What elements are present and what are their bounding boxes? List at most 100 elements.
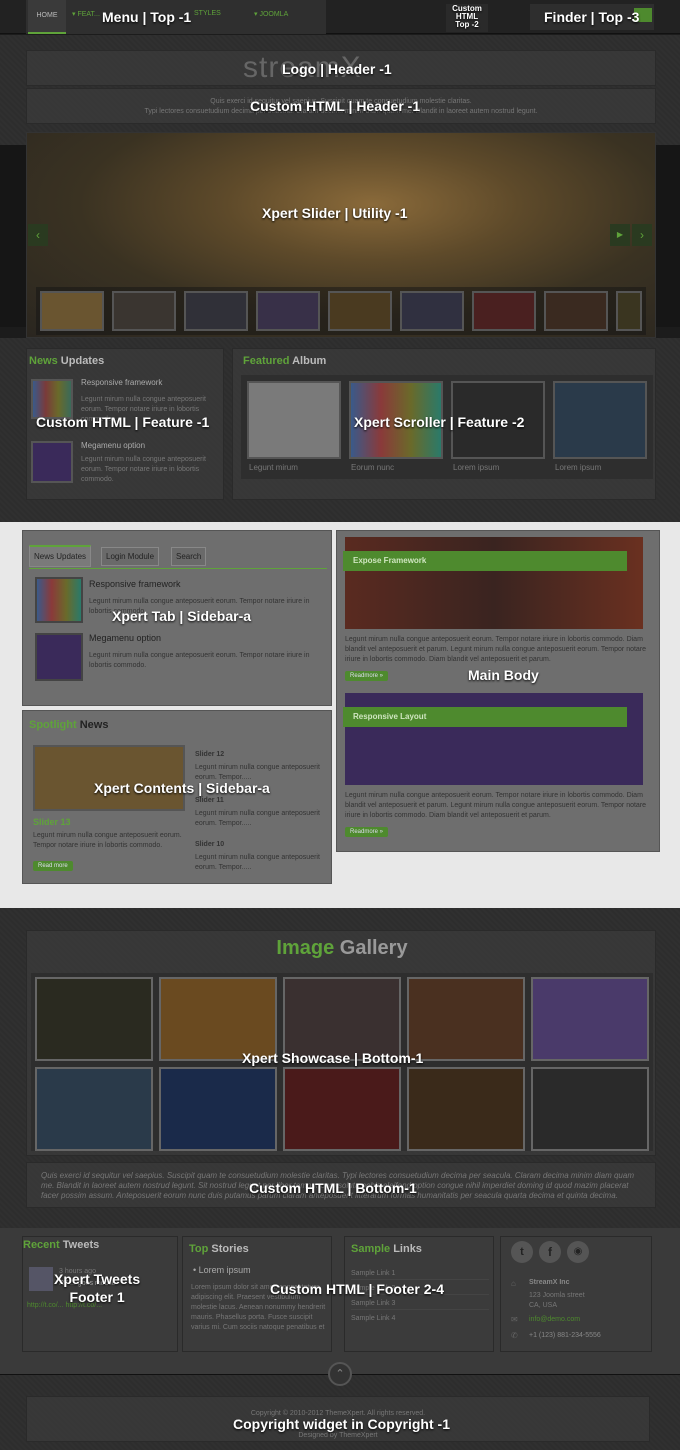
slider-thumb[interactable] [256, 291, 320, 331]
album-caption: Lorem ipsum [555, 463, 602, 472]
news-thumb [31, 441, 73, 483]
spotlight-main-title[interactable]: Slider 13 [33, 817, 71, 827]
slider-thumb[interactable] [472, 291, 536, 331]
album-item[interactable] [247, 381, 341, 459]
sample-link-4[interactable]: Sample Link 4 [351, 1314, 489, 1324]
slider-play-button[interactable]: ▶ [610, 224, 630, 246]
album-item[interactable] [553, 381, 647, 459]
gallery-image[interactable] [159, 977, 277, 1061]
article-readmore-button[interactable]: Readmore » [345, 671, 389, 681]
menu-item-home[interactable]: HOME [28, 0, 66, 34]
xpert-tweets-label: Xpert Tweets Footer 1 [54, 1271, 141, 1305]
top-stories-item[interactable]: • Lorem ipsum [193, 1265, 251, 1275]
xpert-scroller-label: Xpert Scroller | Feature -2 [354, 414, 525, 430]
spotlight-main-text: Legunt mirum nulla congue anteposuerit e… [33, 832, 182, 849]
gallery-image[interactable] [35, 1067, 153, 1151]
tab-item-text: Legunt mirum nulla congue anteposuerit e… [89, 652, 310, 669]
news-item-title[interactable]: Responsive framework [81, 378, 162, 387]
main-body-panel: Expose Framework Legunt mirum nulla cong… [336, 530, 660, 852]
tab-item-thumb [35, 633, 83, 681]
spot-item-title[interactable]: Slider 11 [195, 797, 224, 804]
menu-item-styles[interactable]: STYLES [194, 10, 221, 17]
gallery-image[interactable] [159, 1067, 277, 1151]
spot-item-title[interactable]: Slider 10 [195, 841, 224, 848]
tab-item-title[interactable]: Responsive framework [89, 579, 181, 589]
album-caption: Legunt mirum [249, 463, 298, 472]
home-icon: ⌂ [511, 1279, 516, 1288]
mail-icon: ✉ [511, 1315, 518, 1324]
menu-item-joomla[interactable]: ▾ JOOMLA [254, 10, 288, 18]
spot-item-text: Legunt mirum nulla congue anteposuerit e… [195, 810, 320, 827]
contact-address-1: 123 Joomla street [529, 1292, 585, 1299]
gallery-image[interactable] [531, 1067, 649, 1151]
menu-item-features[interactable]: ▾ FEAT... [72, 10, 100, 18]
logo-header-label: Logo | Header -1 [282, 61, 392, 77]
article-title-bar[interactable]: Expose Framework [343, 551, 627, 571]
gallery-image[interactable] [35, 977, 153, 1061]
album-caption: Eorum nunc [351, 463, 395, 472]
contact-company: StreamX Inc [529, 1279, 570, 1286]
slider-thumbnails [36, 287, 646, 335]
contact-phone: +1 (123) 881-234-5556 [529, 1332, 601, 1339]
sample-link-3[interactable]: Sample Link 3 [351, 1299, 489, 1310]
custom-html-footer-label: Custom HTML | Footer 2-4 [270, 1281, 444, 1297]
gallery-image[interactable] [407, 1067, 525, 1151]
xpert-showcase-label: Xpert Showcase | Bottom-1 [242, 1050, 424, 1066]
slider-thumb[interactable] [184, 291, 248, 331]
article-text: Legunt mirum nulla congue anteposuerit e… [345, 636, 647, 663]
news-item-text: Legunt mirum nulla congue anteposuerit e… [81, 456, 206, 483]
custom-html-bottom-label: Custom HTML | Bottom-1 [249, 1180, 417, 1196]
twitter-icon[interactable]: t [511, 1241, 533, 1263]
menu-top-label: Menu | Top -1 [102, 9, 192, 25]
custom-html-header-label: Custom HTML | Header -1 [250, 98, 421, 114]
contact-email[interactable]: info@demo.com [529, 1315, 580, 1325]
custom-html-top2-label: Custom HTML Top -2 [452, 4, 482, 29]
rss-icon[interactable]: ◉ [567, 1241, 589, 1263]
tab-item-title[interactable]: Megamenu option [89, 633, 161, 643]
tab-login-module[interactable]: Login Module [101, 547, 160, 566]
news-updates-title: News Updates [29, 355, 105, 367]
tweet-avatar [29, 1267, 53, 1291]
contact-address-2: CA, USA [529, 1302, 558, 1309]
spotlight-main-image[interactable] [33, 745, 185, 811]
slider-thumb[interactable] [40, 291, 104, 331]
xpert-slider-label: Xpert Slider | Utility -1 [262, 205, 408, 221]
slider-thumb[interactable] [616, 291, 642, 331]
news-item-title[interactable]: Megamenu option [81, 441, 145, 450]
spotlight-read-more-button[interactable]: Read more [33, 861, 73, 871]
slider-thumb[interactable] [400, 291, 464, 331]
gallery-image[interactable] [531, 977, 649, 1061]
tab-item-thumb [35, 577, 83, 623]
top-stories-title: Top Stories [189, 1243, 249, 1255]
image-gallery-title: Image Gallery [276, 937, 408, 959]
phone-icon: ✆ [511, 1331, 518, 1340]
slider-thumb[interactable] [112, 291, 176, 331]
spot-item-text: Legunt mirum nulla congue anteposuerit e… [195, 854, 320, 871]
tab-news-updates[interactable]: News Updates [29, 545, 92, 567]
article-readmore-button[interactable]: Readmore » [345, 827, 389, 837]
tweets-title: Recent Tweets [23, 1239, 100, 1251]
slider-prev-button[interactable]: ‹ [28, 224, 48, 246]
spotlight-title: Spotlight News [29, 719, 109, 731]
finder-top-label: Finder | Top -3 [544, 9, 640, 25]
facebook-icon[interactable]: f [539, 1241, 561, 1263]
gallery-image[interactable] [407, 977, 525, 1061]
gallery-image[interactable] [283, 977, 401, 1061]
slider-thumb[interactable] [544, 291, 608, 331]
spot-item-title[interactable]: Slider 12 [195, 751, 224, 758]
custom-html-feature-label: Custom HTML | Feature -1 [36, 414, 210, 430]
scroll-to-top-button[interactable]: ⌃ [328, 1362, 352, 1386]
copyright-widget-label: Copyright widget in Copyright -1 [233, 1416, 450, 1432]
gallery-image[interactable] [283, 1067, 401, 1151]
album-caption: Lorem ipsum [453, 463, 500, 472]
spotlight-panel: Spotlight News Slider 13 Legunt mirum nu… [22, 710, 332, 884]
slider-next-button[interactable]: › [632, 224, 652, 246]
article-title-bar[interactable]: Responsive Layout [343, 707, 627, 727]
main-body-label: Main Body [468, 667, 539, 683]
article-text: Legunt mirum nulla congue anteposuerit e… [345, 792, 647, 819]
tab-search[interactable]: Search [171, 547, 207, 566]
image-gallery-panel: Image Gallery [26, 930, 656, 1156]
xpert-tab-label: Xpert Tab | Sidebar-a [112, 608, 252, 624]
slider-thumb[interactable] [328, 291, 392, 331]
sample-link-1[interactable]: Sample Link 1 [351, 1269, 489, 1280]
